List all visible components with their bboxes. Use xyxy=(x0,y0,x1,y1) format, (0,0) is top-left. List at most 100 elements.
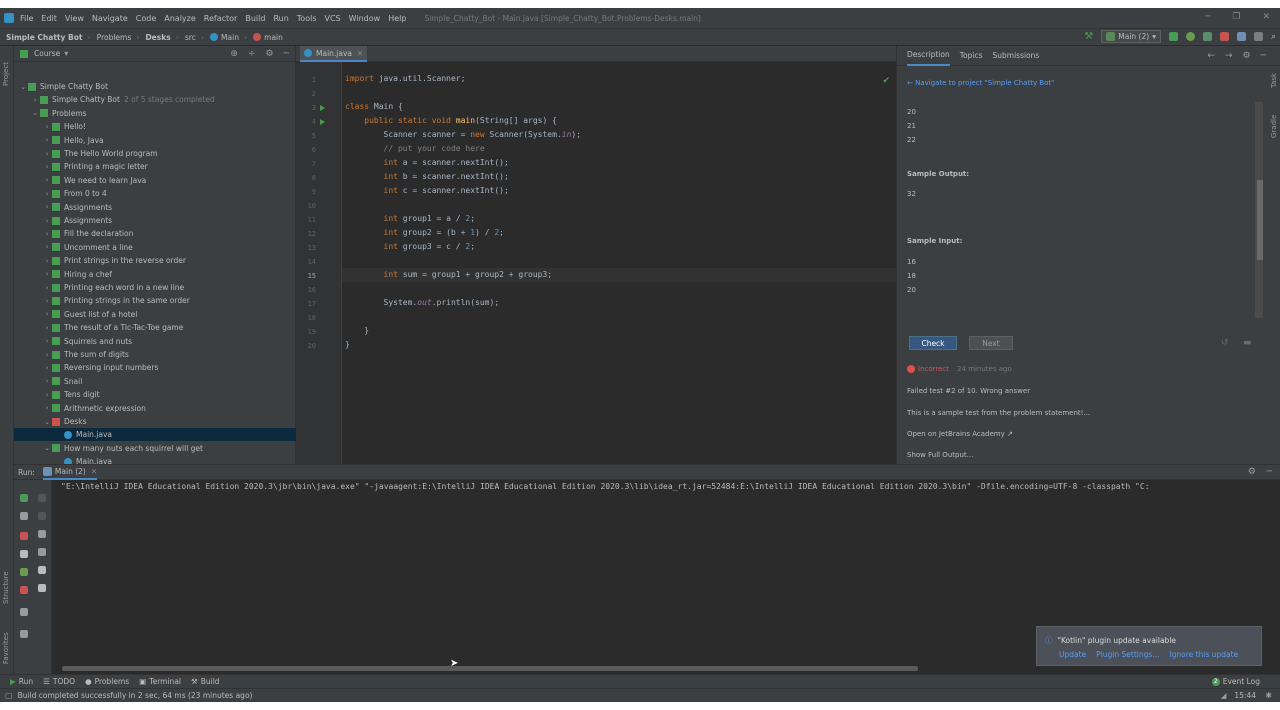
open-academy-link[interactable]: Open on JetBrains Academy ↗ xyxy=(907,430,1013,438)
chevron-right-icon[interactable]: › xyxy=(30,96,40,104)
chevron-right-icon[interactable]: › xyxy=(42,243,52,251)
chevron-right-icon[interactable]: › xyxy=(42,150,52,158)
pin-icon[interactable] xyxy=(20,630,28,638)
menu-help[interactable]: Help xyxy=(388,14,406,23)
chevron-right-icon[interactable]: › xyxy=(42,404,52,412)
tree-problem-item[interactable]: › Tens digit xyxy=(14,388,296,401)
chevron-right-icon[interactable]: › xyxy=(42,163,52,171)
build-hammer-icon[interactable]: ⚒ xyxy=(1084,31,1093,42)
task-tool-button[interactable]: Task xyxy=(1270,73,1278,88)
chevron-down-icon[interactable]: ⌄ xyxy=(18,83,28,91)
update-plugin-link[interactable]: Update xyxy=(1059,650,1086,659)
wrench-icon[interactable] xyxy=(20,512,28,520)
structure-tool-button[interactable]: Structure xyxy=(2,571,10,604)
tree-problem-item[interactable]: › Fill the declaration xyxy=(14,227,296,240)
tab-description[interactable]: Description xyxy=(907,46,950,66)
restore-icon[interactable]: ❐ xyxy=(1232,12,1240,22)
menu-build[interactable]: Build xyxy=(245,14,265,23)
tree-problem-item[interactable]: › Assignments xyxy=(14,201,296,214)
soft-wrap-icon[interactable] xyxy=(38,530,46,538)
chevron-right-icon[interactable]: › xyxy=(42,217,52,225)
menu-run[interactable]: Run xyxy=(273,14,288,23)
chevron-right-icon[interactable]: › xyxy=(42,136,52,144)
tab-submissions[interactable]: Submissions xyxy=(993,46,1040,66)
stop-icon[interactable] xyxy=(20,532,28,540)
hide-icon[interactable]: ─ xyxy=(284,49,289,59)
exit-icon[interactable] xyxy=(20,586,28,594)
arrow-left-icon[interactable]: ← xyxy=(1207,51,1215,61)
close-tab-icon[interactable]: ✕ xyxy=(357,49,363,58)
console-horizontal-scrollbar[interactable] xyxy=(62,666,918,671)
rerun-icon[interactable] xyxy=(20,494,28,502)
tool-tab-build[interactable]: ⚒ Build xyxy=(191,677,220,686)
hide-icon[interactable]: ─ xyxy=(1261,51,1266,61)
chevron-right-icon[interactable]: › xyxy=(42,284,52,292)
chevron-right-icon[interactable]: › xyxy=(42,190,52,198)
tool-tab-terminal[interactable]: ▣ Terminal xyxy=(139,677,181,686)
locate-icon[interactable]: ⊕ xyxy=(230,49,238,59)
event-log-button[interactable]: 2 Event Log xyxy=(1211,677,1260,686)
show-full-output-link[interactable]: Show Full Output... xyxy=(907,451,973,459)
tree-problem-nuts[interactable]: ⌄ How many nuts each squirrel will get xyxy=(14,442,296,455)
chevron-down-icon[interactable]: ⌄ xyxy=(42,444,52,452)
tree-problem-item[interactable]: › Snail xyxy=(14,375,296,388)
run-tab-main[interactable]: Main (2) ✕ xyxy=(42,464,98,480)
tree-problem-item[interactable]: › Assignments xyxy=(14,214,296,227)
tree-problem-desks[interactable]: ⌄ Desks xyxy=(14,415,296,428)
tree-problem-item[interactable]: › From 0 to 4 xyxy=(14,187,296,200)
task-scrollbar-thumb[interactable] xyxy=(1257,180,1263,260)
gear-icon[interactable]: ⚙ xyxy=(266,49,274,59)
close-icon[interactable]: ✕ xyxy=(1262,12,1270,22)
chevron-right-icon[interactable]: › xyxy=(42,310,52,318)
tree-problem-item[interactable]: › Uncomment a line xyxy=(14,241,296,254)
search-icon[interactable]: ⌕ xyxy=(1271,32,1276,42)
menu-code[interactable]: Code xyxy=(136,14,156,23)
breadcrumb-src[interactable]: src xyxy=(185,33,196,42)
tree-section-bot[interactable]: › Simple Chatty Bot 2 of 5 stages complete… xyxy=(14,93,296,106)
layout-icon[interactable]: ▢ xyxy=(5,691,13,700)
close-tab-icon[interactable]: ✕ xyxy=(91,467,97,476)
chevron-right-icon[interactable]: › xyxy=(42,297,52,305)
chevron-right-icon[interactable]: › xyxy=(42,324,52,332)
menu-navigate[interactable]: Navigate xyxy=(92,14,128,23)
hide-icon[interactable]: ─ xyxy=(1267,467,1272,477)
tree-problem-item[interactable]: › Reversing input numbers xyxy=(14,361,296,374)
chevron-right-icon[interactable]: › xyxy=(42,176,52,184)
scroll-to-end-icon[interactable] xyxy=(38,548,46,556)
tab-topics[interactable]: Topics xyxy=(960,46,983,66)
menu-file[interactable]: File xyxy=(20,14,33,23)
project-structure-icon[interactable] xyxy=(1236,32,1246,41)
tree-problem-item[interactable]: › Hiring a chef xyxy=(14,268,296,281)
tree-problem-item[interactable]: › Arithmetic expression xyxy=(14,402,296,415)
arrow-right-icon[interactable]: → xyxy=(1225,51,1233,61)
tree-root[interactable]: ⌄ Simple Chatty Bot xyxy=(14,80,296,93)
chevron-right-icon[interactable]: › xyxy=(42,203,52,211)
navigate-to-project-link[interactable]: ← Navigate to project "Simple Chatty Bot… xyxy=(907,79,1054,87)
breadcrumb-main-method[interactable]: main xyxy=(253,33,283,42)
tree-problem-item[interactable]: › Guest list of a hotel xyxy=(14,308,296,321)
chevron-right-icon[interactable]: › xyxy=(42,123,52,131)
tool-tab-run[interactable]: ▶ Run xyxy=(10,677,33,686)
next-button[interactable]: Next xyxy=(969,336,1013,350)
menu-tools[interactable]: Tools xyxy=(297,14,317,23)
comment-icon[interactable]: ▬ xyxy=(1243,338,1252,348)
menu-window[interactable]: Window xyxy=(349,14,381,23)
tree-problem-item[interactable]: › The result of a Tic-Tac-Toe game xyxy=(14,321,296,334)
tree-problem-item[interactable]: › The Hello World program xyxy=(14,147,296,160)
reset-icon[interactable]: ↺ xyxy=(1221,338,1229,348)
rerun-icon[interactable] xyxy=(1168,32,1178,41)
code-editor[interactable]: import java.util.Scanner; class Main { p… xyxy=(342,62,896,464)
tree-problem-item[interactable]: › Printing each word in a new line xyxy=(14,281,296,294)
breadcrumb-main-class[interactable]: Main xyxy=(210,33,239,42)
chevron-right-icon[interactable]: › xyxy=(42,364,52,372)
run-gutter-icon[interactable] xyxy=(320,119,325,125)
tree-problem-item[interactable]: › Print strings in the reverse order xyxy=(14,254,296,267)
settings-icon[interactable] xyxy=(20,568,28,576)
run-config-dropdown[interactable]: Main (2) ▾ xyxy=(1101,30,1161,43)
coverage-icon[interactable] xyxy=(1202,32,1212,41)
tree-problem-item[interactable]: › Printing a magic letter xyxy=(14,160,296,173)
collapse-icon[interactable]: ÷ xyxy=(248,49,256,59)
tree-problem-item[interactable]: › We need to learn Java xyxy=(14,174,296,187)
tree-problem-item[interactable]: › The sum of digits xyxy=(14,348,296,361)
favorites-tool-button[interactable]: Favorites xyxy=(2,632,10,664)
